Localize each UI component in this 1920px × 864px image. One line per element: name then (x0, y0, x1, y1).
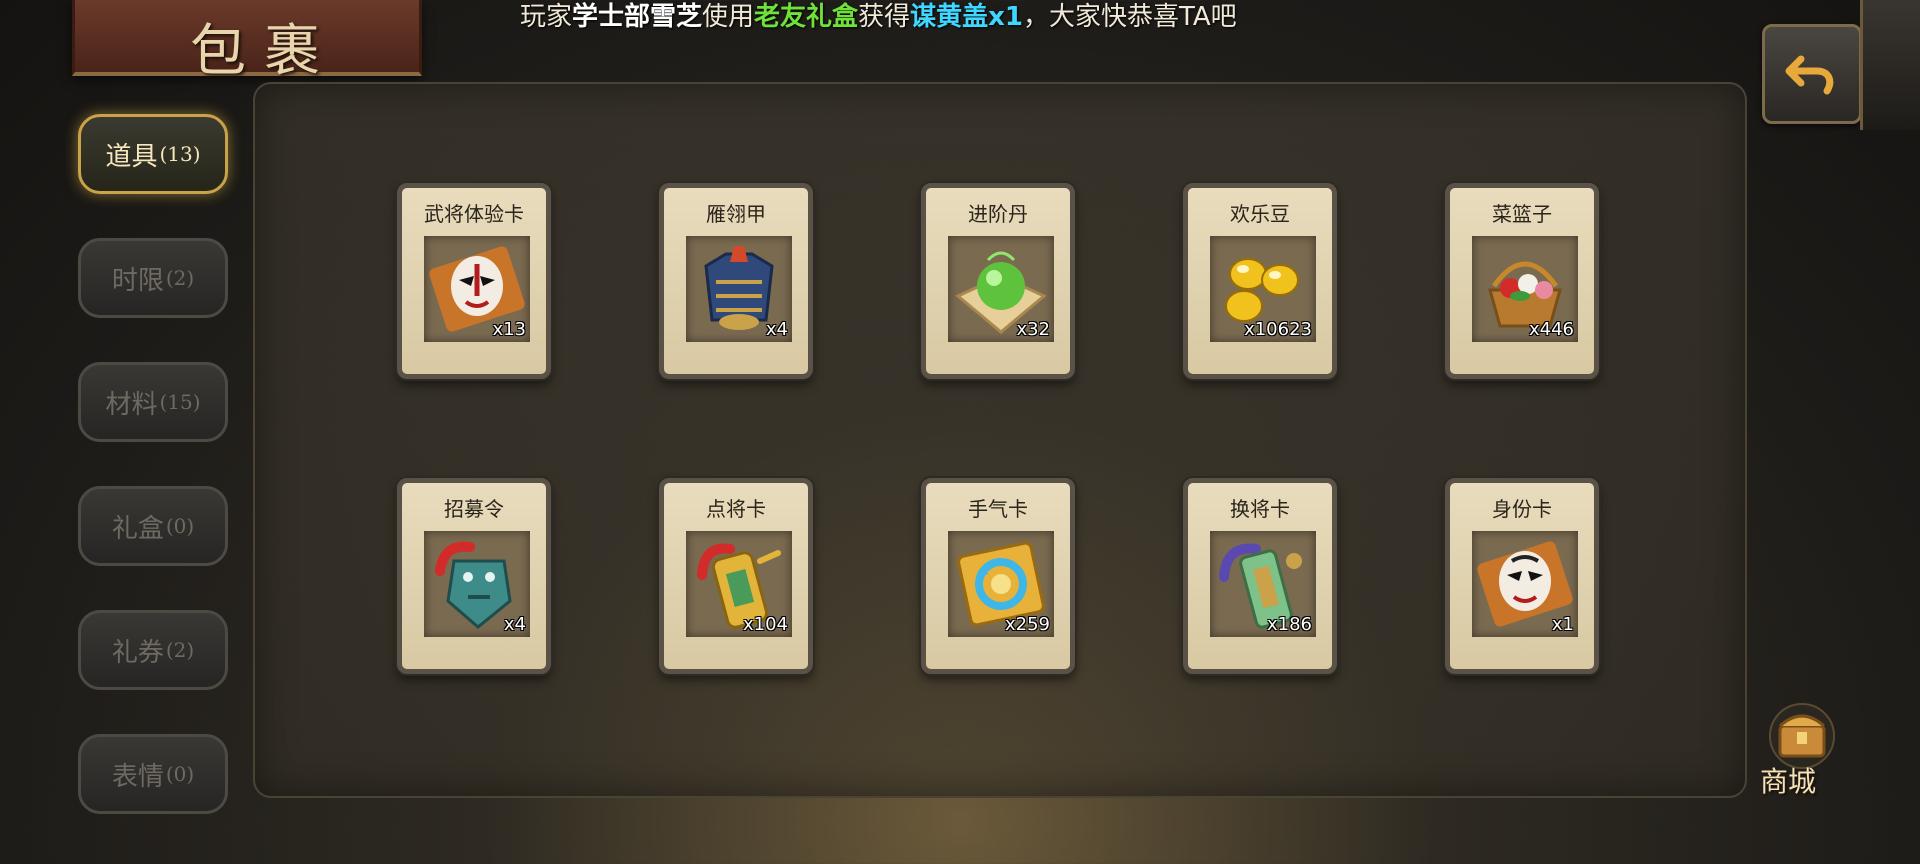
recruit-token-icon: x4 (424, 531, 530, 637)
broadcast-suffix: ，大家快恭喜TA吧 (1022, 2, 1237, 32)
shop-label: 商城 (1760, 765, 1817, 798)
item-card[interactable]: 菜篮子 x446 (1445, 183, 1599, 379)
item-card[interactable]: 身份卡 x1 (1445, 478, 1599, 674)
gold-beans-icon: x10623 (1210, 236, 1316, 342)
item-quantity: x259 (1004, 614, 1050, 635)
broadcast-mid2: 获得 (858, 2, 911, 32)
item-name: 身份卡 (1492, 497, 1552, 521)
back-arrow-icon (1785, 55, 1834, 95)
tab-props[interactable]: 道具 (13) (78, 114, 228, 194)
item-name: 招募令 (444, 497, 504, 521)
item-name: 雁翎甲 (706, 202, 766, 226)
item-quantity: x10623 (1244, 319, 1312, 340)
tab-count: (15) (159, 390, 201, 414)
item-card[interactable]: 招募令 x4 (397, 478, 551, 674)
item-name: 手气卡 (968, 497, 1028, 521)
tab-label: 材料 (105, 389, 158, 420)
item-quantity: x1 (1551, 614, 1574, 635)
tab-timed[interactable]: 时限 (2) (78, 238, 228, 318)
shop-button[interactable]: 商城 (1752, 702, 1852, 802)
broadcast-item-used: 老友礼盒 (754, 2, 859, 32)
item-quantity: x4 (765, 319, 788, 340)
tab-label: 时限 (111, 265, 164, 296)
tab-count: (2) (165, 266, 195, 290)
tab-giftbox[interactable]: 礼盒 (0) (78, 486, 228, 566)
tab-label: 道具 (105, 141, 158, 172)
tab-label: 礼盒 (111, 513, 164, 544)
opera-mask-card-icon: x13 (424, 236, 530, 342)
broadcast-player: 学士部雪芝 (572, 2, 703, 32)
green-pill-icon: x32 (948, 236, 1054, 342)
item-card[interactable]: 点将卡 x104 (659, 478, 813, 674)
item-quantity: x186 (1266, 614, 1312, 635)
tab-count: (0) (165, 762, 195, 786)
identity-mask-card-icon: x1 (1472, 531, 1578, 637)
tab-count: (2) (165, 638, 195, 662)
item-quantity: x4 (503, 614, 526, 635)
item-name: 换将卡 (1230, 497, 1290, 521)
tab-count: (0) (165, 514, 195, 538)
item-name: 菜篮子 (1492, 202, 1552, 226)
item-name: 欢乐豆 (1230, 202, 1290, 226)
title-banner: 包裹 (72, 0, 422, 84)
general-token-icon: x104 (686, 531, 792, 637)
item-card[interactable]: 手气卡 x259 (921, 478, 1075, 674)
broadcast-mid1: 使用 (702, 2, 755, 32)
item-quantity: x446 (1528, 319, 1574, 340)
item-card[interactable]: 换将卡 x186 (1183, 478, 1337, 674)
item-card[interactable]: 欢乐豆 x10623 (1183, 183, 1337, 379)
broadcast-prefix: 玩家 (520, 2, 573, 32)
broadcast-reward: 谋黄盖x1 (910, 2, 1023, 32)
back-button[interactable] (1762, 24, 1862, 124)
item-name: 点将卡 (706, 497, 766, 521)
tab-count: (13) (159, 142, 201, 166)
armor-icon: x4 (686, 236, 792, 342)
item-name: 进阶丹 (968, 202, 1028, 226)
item-card[interactable]: 雁翎甲 x4 (659, 183, 813, 379)
tab-emotes[interactable]: 表情 (0) (78, 734, 228, 814)
luck-card-icon: x259 (948, 531, 1054, 637)
tab-materials[interactable]: 材料 (15) (78, 362, 228, 442)
broadcast-message: 玩家学士部雪芝使用老友礼盒获得谋黄盖x1，大家快恭喜TA吧 (520, 0, 1440, 34)
item-card[interactable]: 武将体验卡 x13 (397, 183, 551, 379)
flower-basket-icon: x446 (1472, 236, 1578, 342)
page-title: 包裹 (190, 19, 338, 84)
item-name: 武将体验卡 (424, 202, 524, 226)
item-quantity: x104 (742, 614, 788, 635)
swap-token-icon: x186 (1210, 531, 1316, 637)
item-card[interactable]: 进阶丹 x32 (921, 183, 1075, 379)
item-quantity: x13 (492, 319, 526, 340)
tab-coupons[interactable]: 礼券 (2) (78, 610, 228, 690)
tab-label: 礼券 (111, 637, 164, 668)
tab-label: 表情 (111, 761, 164, 792)
corner-ornament (1860, 0, 1920, 130)
item-quantity: x32 (1016, 319, 1050, 340)
